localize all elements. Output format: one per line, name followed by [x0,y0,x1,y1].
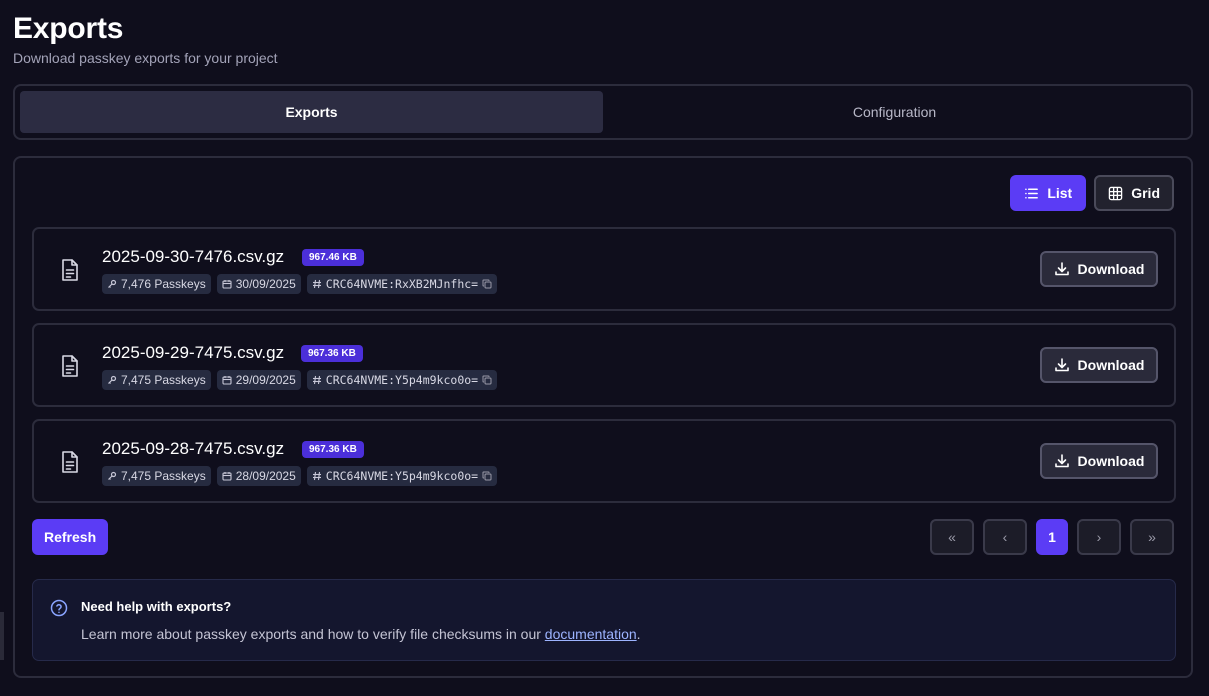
hash-icon [312,279,321,289]
exports-panel: List Grid 2025-09-30-7476.csv.gz 967.46 … [13,156,1193,678]
export-row: 2025-09-28-7475.csv.gz 967.36 KB 7,475 P… [32,419,1176,503]
page-title: Exports [13,12,124,45]
file-size-badge: 967.36 KB [302,441,364,458]
download-label: Download [1077,261,1145,277]
help-text-body: Learn more about passkey exports and how… [81,626,545,642]
prev-page-button[interactable]: ‹ [983,519,1027,555]
download-icon [1054,358,1069,372]
export-meta: 7,475 Passkeys 29/09/2025 CRC64NVME:Y5p4… [102,370,498,390]
pagination: « ‹ 1 › » [930,519,1174,555]
tab-configuration[interactable]: Configuration [603,91,1186,133]
checksum-value: CRC64NVME:RxXB2MJnfhc= [325,277,479,291]
export-date: 28/09/2025 [235,469,296,483]
list-icon [1025,188,1039,198]
date-chip: 30/09/2025 [216,274,301,294]
download-icon [1054,262,1069,276]
passkey-count: 7,475 Passkeys [121,373,206,387]
documentation-link[interactable]: documentation [545,626,637,642]
key-icon [108,471,117,480]
export-meta: 7,475 Passkeys 28/09/2025 CRC64NVME:Y5p4… [102,466,498,486]
checksum-value: CRC64NVME:Y5p4m9kco0o= [325,373,479,387]
tab-exports[interactable]: Exports [20,91,603,133]
view-toggle: List Grid [1010,175,1174,211]
copy-icon[interactable] [482,471,492,481]
export-row: 2025-09-29-7475.csv.gz 967.36 KB 7,475 P… [32,323,1176,407]
date-chip: 28/09/2025 [216,466,301,486]
next-page-button[interactable]: › [1077,519,1121,555]
download-button[interactable]: Download [1040,443,1158,479]
help-title: Need help with exports? [81,599,232,614]
export-date: 29/09/2025 [235,373,296,387]
file-text-icon [62,259,78,281]
passkey-count-chip: 7,475 Passkeys [102,370,211,390]
last-page-button[interactable]: » [1130,519,1174,555]
copy-icon[interactable] [482,279,492,289]
checksum-chip: CRC64NVME:Y5p4m9kco0o= [306,370,498,390]
file-text-icon [62,451,78,473]
download-icon [1054,454,1069,468]
export-row: 2025-09-30-7476.csv.gz 967.46 KB 7,476 P… [32,227,1176,311]
grid-view-label: Grid [1131,185,1160,201]
list-view-label: List [1047,185,1073,201]
passkey-count: 7,475 Passkeys [121,469,206,483]
passkey-count-chip: 7,476 Passkeys [102,274,211,294]
file-size-badge: 967.46 KB [302,249,364,266]
download-label: Download [1077,357,1145,373]
help-circle-icon [50,599,68,617]
grid-icon [1108,186,1123,200]
export-meta: 7,476 Passkeys 30/09/2025 CRC64NVME:RxXB… [102,274,498,294]
page-subtitle: Download passkey exports for your projec… [13,50,278,66]
date-chip: 29/09/2025 [216,370,301,390]
file-size-badge: 967.36 KB [301,345,363,362]
page-number-current[interactable]: 1 [1036,519,1068,555]
refresh-button[interactable]: Refresh [32,519,109,555]
export-file-name: 2025-09-29-7475.csv.gz [102,343,285,362]
checksum-chip: CRC64NVME:Y5p4m9kco0o= [306,466,498,486]
first-page-button[interactable]: « [930,519,974,555]
download-button[interactable]: Download [1040,251,1158,287]
passkey-count-chip: 7,475 Passkeys [102,466,211,486]
help-text-end: . [636,626,641,642]
export-file-name: 2025-09-28-7475.csv.gz [102,439,285,458]
calendar-icon [222,280,232,289]
checksum-chip: CRC64NVME:RxXB2MJnfhc= [306,274,498,294]
download-label: Download [1077,453,1145,469]
help-text: Learn more about passkey exports and how… [81,626,641,642]
hash-icon [312,375,321,385]
help-callout: Need help with exports? Learn more about… [32,579,1176,661]
hash-icon [312,471,321,481]
key-icon [108,279,117,288]
left-edge-handle [0,612,4,660]
download-button[interactable]: Download [1040,347,1158,383]
list-view-button[interactable]: List [1010,175,1087,211]
file-text-icon [62,355,78,377]
passkey-count: 7,476 Passkeys [121,277,206,291]
grid-view-button[interactable]: Grid [1094,175,1174,211]
copy-icon[interactable] [482,375,492,385]
key-icon [108,375,117,384]
export-date: 30/09/2025 [235,277,296,291]
export-file-name: 2025-09-30-7476.csv.gz [102,247,285,266]
tab-bar: Exports Configuration [13,84,1193,140]
calendar-icon [222,376,232,385]
calendar-icon [222,472,232,481]
checksum-value: CRC64NVME:Y5p4m9kco0o= [325,469,479,483]
